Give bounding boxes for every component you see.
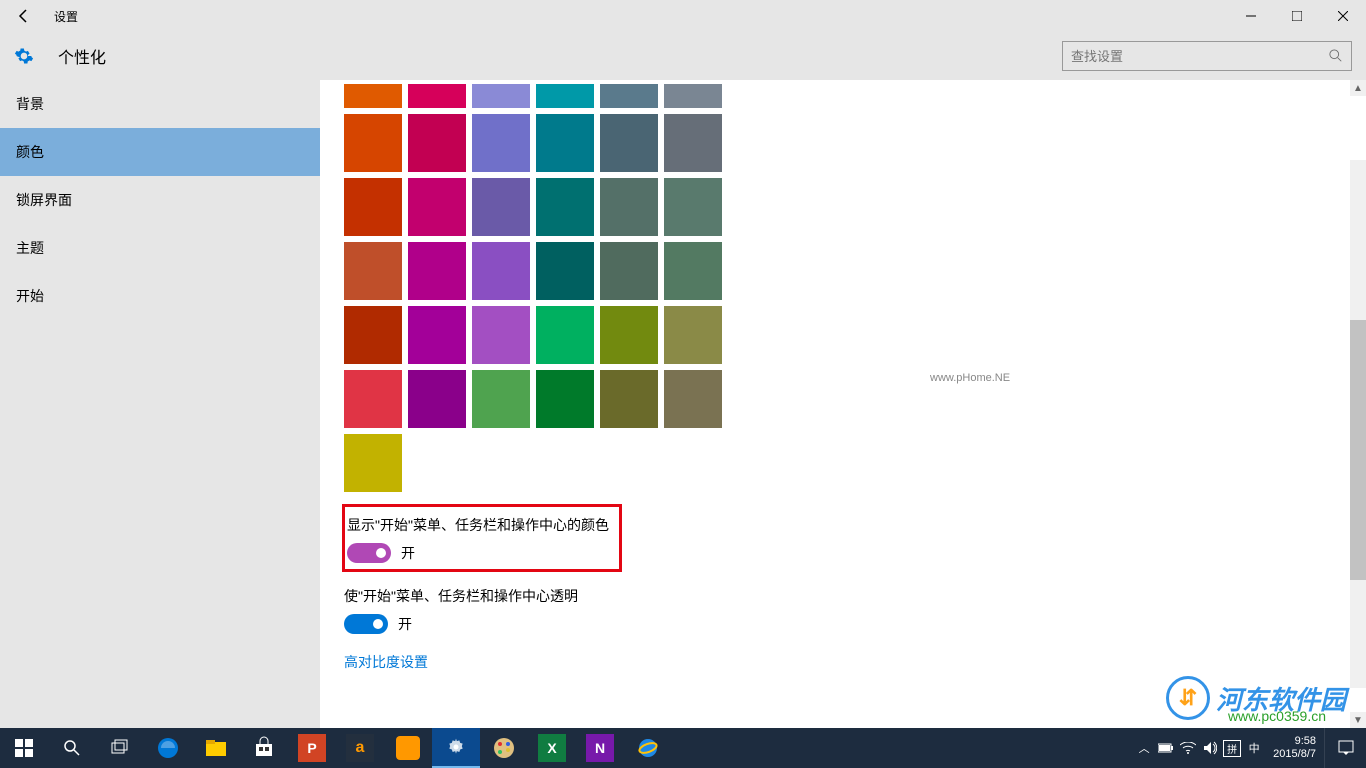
color-swatch[interactable]: [344, 178, 402, 236]
color-swatch[interactable]: [600, 114, 658, 172]
color-swatch[interactable]: [344, 370, 402, 428]
color-swatch[interactable]: [536, 178, 594, 236]
header: 个性化: [0, 32, 1366, 80]
color-swatch[interactable]: [664, 306, 722, 364]
minimize-button[interactable]: [1228, 0, 1274, 32]
color-swatch[interactable]: [408, 242, 466, 300]
sidebar-item-themes[interactable]: 主题: [0, 224, 320, 272]
color-swatch[interactable]: [408, 84, 466, 108]
color-swatch[interactable]: [344, 306, 402, 364]
color-swatch[interactable]: [600, 84, 658, 108]
color-swatch[interactable]: [408, 370, 466, 428]
color-swatch[interactable]: [472, 242, 530, 300]
scrollbar-thumb[interactable]: [1350, 320, 1366, 580]
tray-notifications-icon[interactable]: [1324, 728, 1366, 768]
color-grid: [344, 84, 1342, 428]
scrollbar-track[interactable]: [1350, 160, 1366, 688]
titlebar: 设置: [0, 0, 1366, 32]
system-tray: ︿ 拼 中 9:58 2015/8/7: [1133, 728, 1366, 768]
color-swatch[interactable]: [472, 114, 530, 172]
window-title: 设置: [54, 8, 78, 25]
color-swatch[interactable]: [472, 306, 530, 364]
highlighted-setting: 显示"开始"菜单、任务栏和操作中心的颜色 开: [342, 504, 622, 572]
color-swatch[interactable]: [344, 84, 402, 108]
color-swatch[interactable]: [664, 114, 722, 172]
tray-wifi-icon[interactable]: [1177, 728, 1199, 768]
color-swatch[interactable]: [664, 178, 722, 236]
gear-icon: [14, 46, 34, 66]
sidebar: 背景 颜色 锁屏界面 主题 开始: [0, 80, 320, 728]
taskbar-explorer[interactable]: [192, 728, 240, 768]
color-swatch[interactable]: [472, 370, 530, 428]
taskbar-app-orange[interactable]: [384, 728, 432, 768]
start-button[interactable]: [0, 728, 48, 768]
color-swatch[interactable]: [664, 242, 722, 300]
taskbar-powerpoint[interactable]: P: [288, 728, 336, 768]
color-swatch[interactable]: [600, 178, 658, 236]
taskbar-excel[interactable]: X: [528, 728, 576, 768]
search-icon: [1329, 49, 1343, 63]
color-swatch[interactable]: [664, 84, 722, 108]
color-swatch[interactable]: [536, 370, 594, 428]
taskbar-onenote[interactable]: N: [576, 728, 624, 768]
transparency-label: 使"开始"菜单、任务栏和操作中心透明: [344, 586, 1342, 606]
taskbar-ie[interactable]: [624, 728, 672, 768]
color-swatch[interactable]: [664, 370, 722, 428]
taskbar-settings[interactable]: [432, 728, 480, 768]
color-swatch[interactable]: [472, 84, 530, 108]
sidebar-item-start[interactable]: 开始: [0, 272, 320, 320]
back-button[interactable]: [0, 0, 48, 32]
color-swatch[interactable]: [408, 114, 466, 172]
high-contrast-link[interactable]: 高对比度设置: [344, 652, 428, 672]
taskbar-amazon[interactable]: a: [336, 728, 384, 768]
show-color-label: 显示"开始"菜单、任务栏和操作中心的颜色: [347, 515, 609, 535]
color-swatch[interactable]: [536, 242, 594, 300]
taskbar-paint[interactable]: [480, 728, 528, 768]
search-button[interactable]: [48, 728, 96, 768]
content-area: 显示"开始"菜单、任务栏和操作中心的颜色 开 使"开始"菜单、任务栏和操作中心透…: [320, 80, 1366, 728]
color-swatch[interactable]: [536, 114, 594, 172]
color-swatch[interactable]: [408, 306, 466, 364]
sidebar-item-lockscreen[interactable]: 锁屏界面: [0, 176, 320, 224]
tray-volume-icon[interactable]: [1199, 728, 1221, 768]
tray-battery-icon[interactable]: [1155, 728, 1177, 768]
taskbar-edge[interactable]: [144, 728, 192, 768]
taskbar: P a X N ︿ 拼 中 9:58 2015/8/7: [0, 728, 1366, 768]
scrollbar-up[interactable]: ▲: [1350, 80, 1366, 96]
color-swatch-extra[interactable]: [344, 434, 402, 492]
show-color-state: 开: [401, 543, 415, 563]
tray-time: 9:58: [1273, 735, 1316, 748]
color-swatch[interactable]: [344, 114, 402, 172]
search-box[interactable]: [1062, 41, 1352, 71]
sidebar-item-colors[interactable]: 颜色: [0, 128, 320, 176]
color-swatch[interactable]: [408, 178, 466, 236]
color-swatch[interactable]: [600, 242, 658, 300]
tray-ime-icon[interactable]: 拼: [1221, 728, 1243, 768]
transparency-state: 开: [398, 614, 412, 634]
page-title: 个性化: [58, 44, 106, 68]
scrollbar-down[interactable]: ▼: [1350, 712, 1366, 728]
tray-chevron-icon[interactable]: ︿: [1133, 728, 1155, 768]
search-input[interactable]: [1071, 49, 1329, 64]
close-button[interactable]: [1320, 0, 1366, 32]
color-swatch[interactable]: [536, 306, 594, 364]
taskview-button[interactable]: [96, 728, 144, 768]
show-color-toggle[interactable]: [347, 543, 391, 563]
color-swatch[interactable]: [600, 370, 658, 428]
maximize-button[interactable]: [1274, 0, 1320, 32]
color-swatch[interactable]: [344, 242, 402, 300]
taskbar-store[interactable]: [240, 728, 288, 768]
transparency-toggle[interactable]: [344, 614, 388, 634]
sidebar-item-background[interactable]: 背景: [0, 80, 320, 128]
tray-clock[interactable]: 9:58 2015/8/7: [1265, 735, 1324, 761]
color-swatch[interactable]: [536, 84, 594, 108]
color-swatch[interactable]: [472, 178, 530, 236]
tray-date: 2015/8/7: [1273, 748, 1316, 761]
color-swatch[interactable]: [600, 306, 658, 364]
tray-ime-mode[interactable]: 中: [1243, 728, 1265, 768]
